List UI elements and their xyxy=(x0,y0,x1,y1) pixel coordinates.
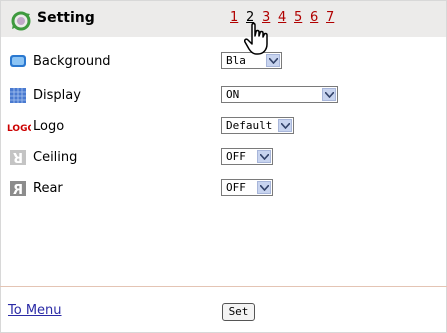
setting-label-display: Display xyxy=(33,88,81,103)
page-link-5[interactable]: 5 xyxy=(294,10,310,25)
logo-badge-icon: LOGO xyxy=(7,124,31,134)
page-link-6[interactable]: 6 xyxy=(310,10,326,25)
rear-flip-icon: R xyxy=(10,181,26,197)
svg-text:LOGO: LOGO xyxy=(7,124,31,134)
chevron-down-icon[interactable] xyxy=(257,181,271,194)
monitor-icon xyxy=(10,55,26,67)
page-title: Setting xyxy=(37,10,95,26)
setting-row-background: Background Bla xyxy=(0,51,447,73)
chevron-down-icon[interactable] xyxy=(278,119,292,132)
svg-text:R: R xyxy=(13,149,23,164)
ceiling-flip-icon: R xyxy=(10,149,26,165)
svg-text:R: R xyxy=(13,183,23,197)
hand-pointer-icon xyxy=(244,22,268,55)
display-select[interactable]: ON xyxy=(221,86,338,103)
setting-row-logo: LOGO Logo Default xyxy=(0,116,447,138)
setting-row-ceiling: R Ceiling OFF xyxy=(0,147,447,169)
setting-label-ceiling: Ceiling xyxy=(33,150,78,165)
page-link-4[interactable]: 4 xyxy=(278,10,294,25)
settings-header: Setting 1234567 xyxy=(1,1,446,37)
rear-select[interactable]: OFF xyxy=(221,179,273,196)
page-link-7[interactable]: 7 xyxy=(326,10,342,25)
chevron-down-icon[interactable] xyxy=(257,150,271,163)
setting-row-rear: R Rear OFF xyxy=(0,178,447,200)
display-grid-icon xyxy=(10,88,26,103)
chevron-down-icon[interactable] xyxy=(322,88,336,101)
setting-label-rear: Rear xyxy=(33,181,63,196)
ceiling-select[interactable]: OFF xyxy=(221,148,273,165)
to-menu-link[interactable]: To Menu xyxy=(8,303,62,318)
logo-select[interactable]: Default xyxy=(221,117,294,134)
recycle-settings-icon xyxy=(11,11,31,31)
setting-row-display: Display ON xyxy=(0,85,447,107)
set-button[interactable]: Set xyxy=(222,303,255,321)
footer-divider xyxy=(0,286,447,287)
setting-label-logo: Logo xyxy=(33,119,65,134)
setting-label-background: Background xyxy=(33,54,111,69)
